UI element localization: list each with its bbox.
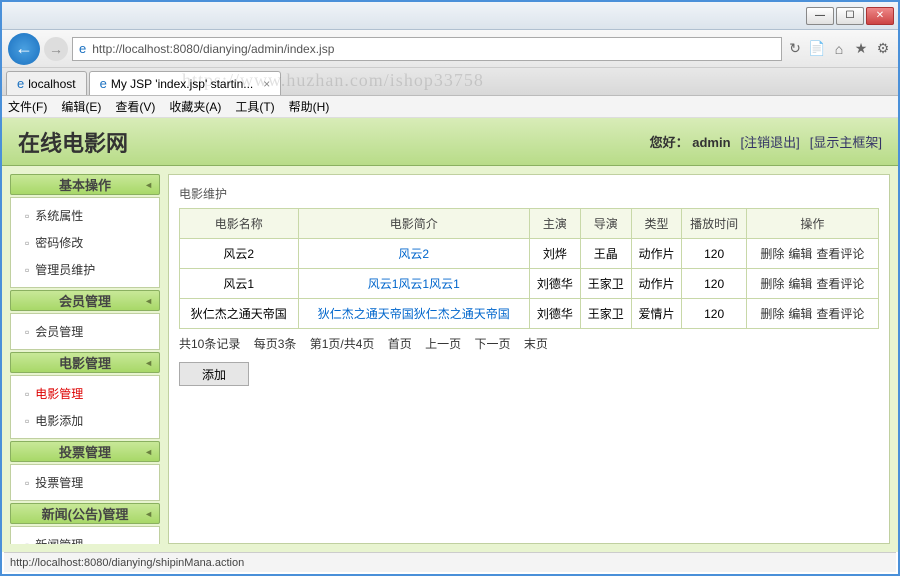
sidebar-section-header[interactable]: 基本操作 — [10, 174, 160, 195]
table-header: 操作 — [746, 209, 878, 239]
table-row: 风云2风云2刘烨王晶动作片120删除编辑查看评论 — [180, 239, 879, 269]
show-main-link[interactable]: [显示主框架] — [810, 132, 882, 151]
sidebar-item[interactable]: 新闻管理 — [11, 531, 159, 544]
table-header: 类型 — [631, 209, 682, 239]
intro-link[interactable]: 风云1风云1风云1 — [368, 277, 460, 291]
tab-close-icon[interactable]: × — [263, 77, 270, 91]
ie-icon: e — [79, 41, 86, 56]
maximize-button[interactable]: ☐ — [836, 7, 864, 25]
sidebar-item[interactable]: 密码修改 — [11, 229, 159, 256]
sidebar-item[interactable]: 电影管理 — [11, 380, 159, 407]
table-header: 电影名称 — [180, 209, 299, 239]
browser-tabbar: e localhost e My JSP 'index.jsp' startin… — [2, 68, 898, 96]
back-button[interactable]: ← — [8, 33, 40, 65]
table-row: 风云1风云1风云1风云1刘德华王家卫动作片120删除编辑查看评论 — [180, 269, 879, 299]
table-header: 导演 — [580, 209, 631, 239]
pager-pageinfo: 第1页/共4页 — [310, 337, 375, 351]
sidebar-section-header[interactable]: 电影管理 — [10, 352, 160, 373]
add-button[interactable]: 添加 — [179, 362, 249, 386]
sidebar-item[interactable]: 会员管理 — [11, 318, 159, 345]
pager-total: 共10条记录 — [179, 337, 240, 351]
op-view[interactable]: 查看评论 — [816, 277, 864, 291]
ie-icon: e — [100, 76, 107, 91]
browser-navbar: ← → e http://localhost:8080/dianying/adm… — [2, 30, 898, 68]
status-text: http://localhost:8080/dianying/shipinMan… — [10, 557, 244, 569]
panel-title: 电影维护 — [179, 181, 879, 208]
favorites-icon[interactable]: ★ — [852, 40, 870, 58]
username: admin — [692, 135, 730, 150]
table-row: 狄仁杰之通天帝国狄仁杰之通天帝国狄仁杰之通天帝国刘德华王家卫爱情片120删除编辑… — [180, 299, 879, 329]
sidebar-item[interactable]: 投票管理 — [11, 469, 159, 496]
sidebar-item[interactable]: 系统属性 — [11, 202, 159, 229]
status-bar: http://localhost:8080/dianying/shipinMan… — [4, 552, 896, 572]
op-del[interactable]: 删除 — [760, 307, 784, 321]
table-header: 电影简介 — [298, 209, 529, 239]
tools-icon[interactable]: ⚙ — [874, 40, 892, 58]
menu-file[interactable]: 文件(F) — [8, 98, 47, 115]
sidebar-section-header[interactable]: 会员管理 — [10, 290, 160, 311]
op-del[interactable]: 删除 — [760, 247, 784, 261]
address-bar[interactable]: e http://localhost:8080/dianying/admin/i… — [72, 37, 782, 61]
menu-tools[interactable]: 工具(T) — [235, 98, 274, 115]
pager-first[interactable]: 首页 — [388, 337, 412, 351]
op-edit[interactable]: 编辑 — [788, 277, 812, 291]
greeting-label: 您好： — [650, 135, 689, 150]
menu-favorites[interactable]: 收藏夹(A) — [169, 98, 221, 115]
site-title: 在线电影网 — [18, 126, 128, 158]
main-panel: 电影维护 电影名称电影简介主演导演类型播放时间操作 风云2风云2刘烨王晶动作片1… — [168, 174, 890, 544]
sidebar-section-header[interactable]: 新闻(公告)管理 — [10, 503, 160, 524]
minimize-button[interactable]: — — [806, 7, 834, 25]
sidebar-item[interactable]: 电影添加 — [11, 407, 159, 434]
home-icon[interactable]: ⌂ — [830, 40, 848, 58]
menu-view[interactable]: 查看(V) — [115, 98, 155, 115]
op-edit[interactable]: 编辑 — [788, 307, 812, 321]
movie-table: 电影名称电影简介主演导演类型播放时间操作 风云2风云2刘烨王晶动作片120删除编… — [179, 208, 879, 329]
compat-icon[interactable]: 📄 — [808, 40, 826, 58]
menu-help[interactable]: 帮助(H) — [289, 98, 330, 115]
tab-localhost[interactable]: e localhost — [6, 71, 87, 95]
op-view[interactable]: 查看评论 — [816, 307, 864, 321]
app-header: 在线电影网 您好： admin [注销退出] [显示主框架] — [2, 118, 898, 166]
forward-button[interactable]: → — [44, 37, 68, 61]
url-text: http://localhost:8080/dianying/admin/ind… — [92, 42, 334, 56]
pager-prev[interactable]: 上一页 — [425, 337, 461, 351]
window-titlebar: — ☐ ✕ — [2, 2, 898, 30]
table-header: 播放时间 — [682, 209, 746, 239]
logout-link[interactable]: [注销退出] — [741, 132, 800, 151]
sidebar-section-header[interactable]: 投票管理 — [10, 441, 160, 462]
intro-link[interactable]: 狄仁杰之通天帝国狄仁杰之通天帝国 — [318, 307, 510, 321]
sidebar: 基本操作系统属性密码修改管理员维护会员管理会员管理电影管理电影管理电影添加投票管… — [10, 174, 160, 544]
menu-edit[interactable]: 编辑(E) — [61, 98, 101, 115]
intro-link[interactable]: 风云2 — [398, 247, 429, 261]
op-edit[interactable]: 编辑 — [788, 247, 812, 261]
close-button[interactable]: ✕ — [866, 7, 894, 25]
op-del[interactable]: 删除 — [760, 277, 784, 291]
table-header: 主演 — [530, 209, 581, 239]
refresh-icon[interactable]: ↻ — [786, 40, 804, 58]
pager-last[interactable]: 末页 — [524, 337, 548, 351]
ie-icon: e — [17, 76, 24, 91]
op-view[interactable]: 查看评论 — [816, 247, 864, 261]
pager: 共10条记录 每页3条 第1页/共4页 首页 上一页 下一页 末页 — [179, 329, 879, 358]
sidebar-item[interactable]: 管理员维护 — [11, 256, 159, 283]
pager-next[interactable]: 下一页 — [474, 337, 510, 351]
pager-perpage: 每页3条 — [254, 337, 297, 351]
tab-jsp[interactable]: e My JSP 'index.jsp' startin... × — [89, 71, 282, 95]
browser-menubar: 文件(F) 编辑(E) 查看(V) 收藏夹(A) 工具(T) 帮助(H) — [2, 96, 898, 118]
